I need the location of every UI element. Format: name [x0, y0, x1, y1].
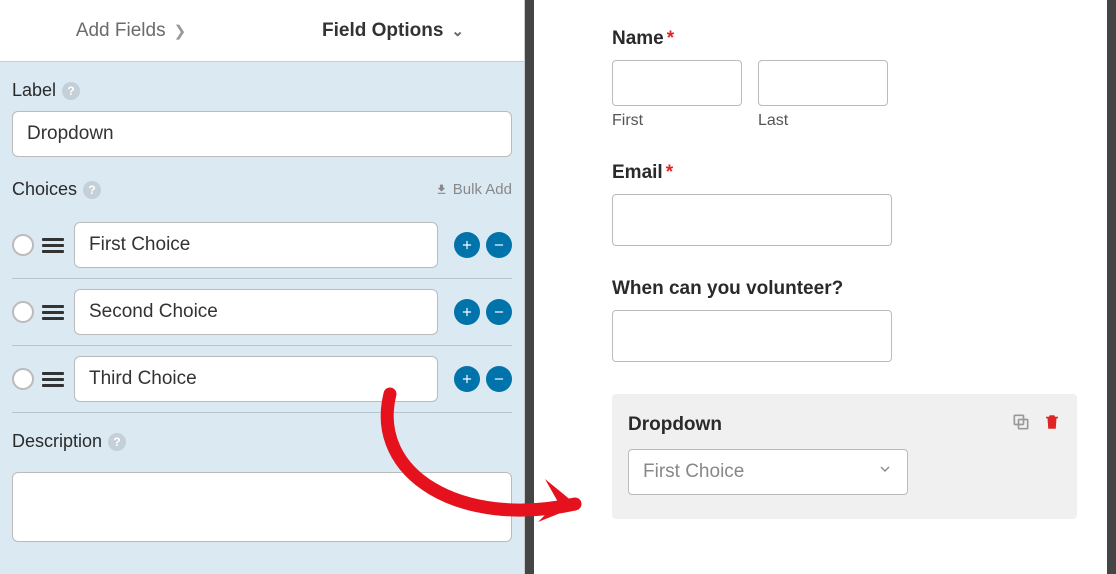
remove-choice-button[interactable] [486, 366, 512, 392]
required-asterisk: * [666, 162, 673, 183]
name-field[interactable]: Name* First Last [612, 28, 1092, 130]
choice-row [12, 346, 512, 413]
minus-icon [492, 372, 506, 386]
dropdown-selected-value: First Choice [643, 461, 744, 483]
add-choice-button[interactable] [454, 299, 480, 325]
choice-default-radio[interactable] [12, 368, 34, 390]
tab-add-fields[interactable]: Add Fields ❯ [0, 0, 262, 61]
minus-icon [492, 305, 506, 319]
choice-input[interactable] [74, 222, 438, 268]
tab-field-options-label: Field Options [322, 20, 443, 42]
volunteer-field[interactable]: When can you volunteer? [612, 278, 1092, 362]
description-text: Description [12, 431, 102, 452]
label-text: Label [12, 80, 56, 101]
choice-input[interactable] [74, 289, 438, 335]
last-name-input[interactable] [758, 60, 888, 106]
required-asterisk: * [667, 28, 674, 49]
dropdown-field-active[interactable]: Dropdown First Choice [612, 394, 1077, 519]
choice-default-radio[interactable] [12, 234, 34, 256]
email-input[interactable] [612, 194, 892, 246]
tab-field-options[interactable]: Field Options ⌄ [262, 0, 524, 61]
dropdown-select[interactable]: First Choice [628, 449, 908, 495]
panel-divider [525, 0, 534, 574]
remove-choice-button[interactable] [486, 299, 512, 325]
tab-add-fields-label: Add Fields [76, 20, 166, 42]
plus-icon [460, 372, 474, 386]
first-sublabel: First [612, 112, 742, 130]
panel-right-edge [1107, 0, 1116, 574]
chevron-down-icon [877, 461, 893, 483]
choice-row [12, 212, 512, 279]
minus-icon [492, 238, 506, 252]
chevron-right-icon: ❯ [174, 22, 187, 40]
choice-row [12, 279, 512, 346]
add-choice-button[interactable] [454, 366, 480, 392]
duplicate-icon [1011, 412, 1031, 432]
download-icon [435, 183, 448, 196]
help-icon[interactable]: ? [62, 82, 80, 100]
help-icon[interactable]: ? [108, 433, 126, 451]
trash-icon [1043, 412, 1061, 432]
drag-handle-icon[interactable] [42, 372, 64, 387]
remove-choice-button[interactable] [486, 232, 512, 258]
plus-icon [460, 238, 474, 252]
description-textarea[interactable] [12, 472, 512, 542]
field-label-input[interactable] [12, 111, 512, 157]
panel-gutter [534, 0, 570, 574]
form-preview-panel: Name* First Last Email* When can you vol… [570, 0, 1116, 574]
choice-input[interactable] [74, 356, 438, 402]
plus-icon [460, 305, 474, 319]
dropdown-field-label: Dropdown [628, 414, 722, 436]
duplicate-field-button[interactable] [1011, 412, 1031, 437]
drag-handle-icon[interactable] [42, 238, 64, 253]
description-section-title: Description ? [12, 431, 512, 452]
email-field[interactable]: Email* [612, 162, 1092, 246]
choices-text: Choices [12, 179, 77, 200]
delete-field-button[interactable] [1043, 412, 1061, 437]
first-name-input[interactable] [612, 60, 742, 106]
field-options-panel: Add Fields ❯ Field Options ⌄ Label ? Cho… [0, 0, 525, 574]
panel-tabs: Add Fields ❯ Field Options ⌄ [0, 0, 524, 62]
choices-section-title: Choices ? [12, 179, 101, 200]
label-text: Name [612, 28, 664, 49]
bulk-add-button[interactable]: Bulk Add [435, 181, 512, 198]
chevron-down-icon: ⌄ [451, 22, 464, 40]
volunteer-input[interactable] [612, 310, 892, 362]
bulk-add-label: Bulk Add [453, 181, 512, 198]
label-section-title: Label ? [12, 80, 512, 101]
label-text: Email [612, 162, 663, 183]
name-field-label: Name* [612, 28, 1092, 50]
volunteer-field-label: When can you volunteer? [612, 278, 1092, 300]
email-field-label: Email* [612, 162, 1092, 184]
last-sublabel: Last [758, 112, 888, 130]
drag-handle-icon[interactable] [42, 305, 64, 320]
help-icon[interactable]: ? [83, 181, 101, 199]
add-choice-button[interactable] [454, 232, 480, 258]
choice-default-radio[interactable] [12, 301, 34, 323]
